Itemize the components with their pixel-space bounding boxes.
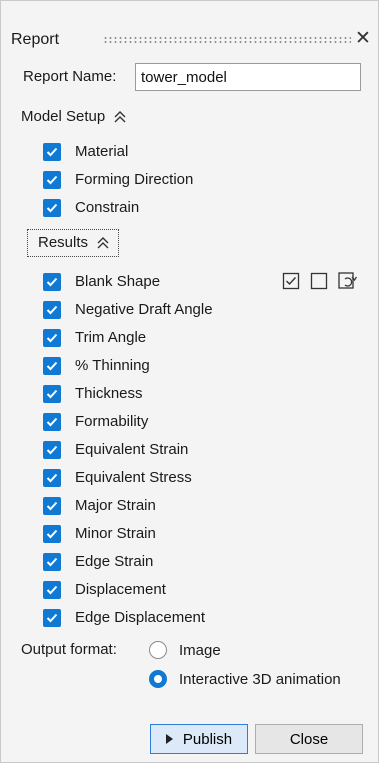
checkbox-trim-angle[interactable]: Trim Angle <box>43 328 146 348</box>
checkbox-label: Negative Draft Angle <box>75 301 213 318</box>
checkbox-forming-direction[interactable]: Forming Direction <box>43 170 193 190</box>
checkbox-negative-draft-angle[interactable]: Negative Draft Angle <box>43 300 213 320</box>
checkbox-major-strain[interactable]: Major Strain <box>43 496 156 516</box>
checkbox-checked-icon[interactable] <box>43 273 61 291</box>
radio-selected-icon[interactable] <box>149 670 167 688</box>
checkbox-label: Minor Strain <box>75 525 156 542</box>
publish-label: Publish <box>182 730 233 748</box>
checkbox-checked-icon[interactable] <box>43 469 61 487</box>
checkbox-label: Constrain <box>75 199 140 216</box>
checkbox-checked-icon[interactable] <box>43 441 61 459</box>
radio-label: Interactive 3D animation <box>179 670 341 688</box>
checkbox-checked-icon[interactable] <box>43 581 61 599</box>
checkbox-displacement[interactable]: Displacement <box>43 580 166 600</box>
selection-toolbar <box>280 270 358 292</box>
checkbox-constrain[interactable]: Constrain <box>43 198 139 218</box>
checkbox-checked-icon[interactable] <box>43 413 61 431</box>
checkbox-blank-shape[interactable]: Blank Shape <box>43 272 160 292</box>
checkbox-label: Equivalent Stress <box>75 469 192 486</box>
checkbox-label: Major Strain <box>75 497 156 514</box>
results-label: Results <box>38 234 89 251</box>
checkbox-equivalent-stress[interactable]: Equivalent Stress <box>43 468 192 488</box>
checkbox-checked-icon[interactable] <box>43 143 61 161</box>
title-bar[interactable]: Report ✕ <box>11 28 373 51</box>
checkbox-label: Formability <box>75 413 149 430</box>
checkbox-label: Material <box>75 143 129 160</box>
check-all-icon[interactable] <box>280 270 302 292</box>
close-icon[interactable]: ✕ <box>355 28 371 50</box>
checkbox-thinning[interactable]: % Thinning <box>43 356 150 376</box>
checkbox-edge-strain[interactable]: Edge Strain <box>43 552 153 572</box>
collapse-chevron-icon[interactable] <box>96 236 110 250</box>
checkbox-label: Displacement <box>75 581 166 598</box>
checkbox-label: Trim Angle <box>75 329 147 346</box>
checkbox-label: Thickness <box>75 385 143 402</box>
report-panel: Report ✕ Report Name: Model Setup Materi… <box>0 0 379 763</box>
close-label: Close <box>289 730 329 748</box>
close-button[interactable]: Close <box>255 724 363 754</box>
play-icon <box>165 734 173 744</box>
checkbox-equivalent-strain[interactable]: Equivalent Strain <box>43 440 188 460</box>
output-format-label: Output format: <box>21 641 117 658</box>
checkbox-checked-icon[interactable] <box>43 553 61 571</box>
radio-image[interactable]: Image <box>149 639 221 661</box>
checkbox-label: Equivalent Strain <box>75 441 189 458</box>
report-name-label: Report Name: <box>23 68 117 85</box>
radio-label: Image <box>179 641 221 659</box>
checkbox-label: Edge Displacement <box>75 609 206 626</box>
checkbox-label: Edge Strain <box>75 553 154 570</box>
checkbox-minor-strain[interactable]: Minor Strain <box>43 524 156 544</box>
checkbox-label: % Thinning <box>75 357 150 374</box>
publish-button[interactable]: Publish <box>150 724 248 754</box>
collapse-chevron-icon[interactable] <box>113 110 127 124</box>
radio-unselected-icon[interactable] <box>149 641 167 659</box>
model-setup-header[interactable]: Model Setup <box>21 107 127 127</box>
checkbox-formability[interactable]: Formability <box>43 412 148 432</box>
checkbox-checked-icon[interactable] <box>43 357 61 375</box>
checkbox-checked-icon[interactable] <box>43 497 61 515</box>
radio-interactive-3d-animation[interactable]: Interactive 3D animation <box>149 668 341 690</box>
checkbox-label: Blank Shape <box>75 273 161 290</box>
checkbox-checked-icon[interactable] <box>43 199 61 217</box>
checkbox-material[interactable]: Material <box>43 142 128 162</box>
checkbox-checked-icon[interactable] <box>43 171 61 189</box>
checkbox-label: Forming Direction <box>75 171 194 188</box>
checkbox-checked-icon[interactable] <box>43 301 61 319</box>
uncheck-all-icon[interactable] <box>308 270 330 292</box>
checkbox-checked-icon[interactable] <box>43 385 61 403</box>
drag-grip-icon[interactable] <box>103 36 351 44</box>
checkbox-checked-icon[interactable] <box>43 609 61 627</box>
checkbox-checked-icon[interactable] <box>43 329 61 347</box>
checkbox-thickness[interactable]: Thickness <box>43 384 143 404</box>
checkbox-edge-displacement[interactable]: Edge Displacement <box>43 608 205 628</box>
model-setup-label: Model Setup <box>21 108 106 125</box>
checkbox-checked-icon[interactable] <box>43 525 61 543</box>
invert-selection-icon[interactable] <box>336 270 358 292</box>
panel-title: Report <box>11 31 60 48</box>
report-name-input[interactable] <box>135 63 361 91</box>
results-header[interactable]: Results <box>27 229 120 257</box>
